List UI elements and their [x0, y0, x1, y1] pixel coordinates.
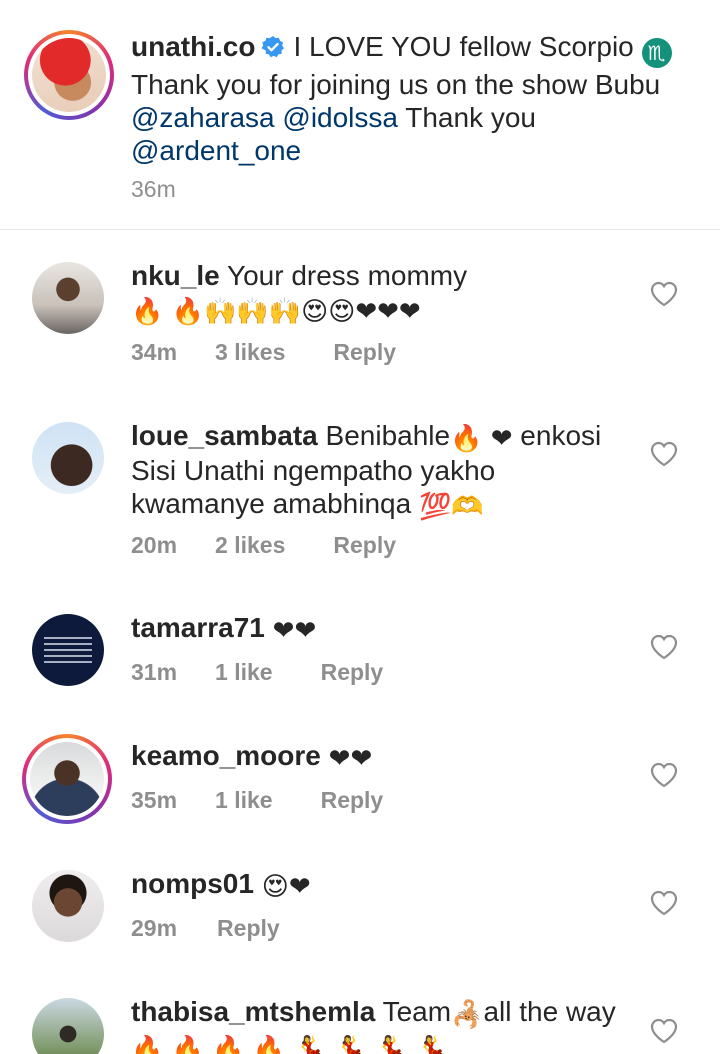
comment-timestamp: 20m [131, 532, 178, 558]
like-heart-icon[interactable] [650, 281, 678, 307]
commenter-avatar[interactable] [32, 998, 104, 1054]
comment-message: Your dress mommy [226, 260, 468, 291]
comment-username[interactable]: tamarra71 [131, 612, 265, 643]
comment-text: keamo_moore ❤❤ [131, 739, 631, 774]
comment-username[interactable]: nomps01 [131, 868, 254, 899]
comment-username[interactable]: thabisa_mtshemla [131, 998, 375, 1027]
scorpio-icon: ♏ [641, 38, 672, 68]
comment-likes[interactable]: 2 likes [215, 532, 285, 559]
comment-text: nku_le Your dress mommy 🔥 🔥🙌🙌🙌😍😍❤❤❤ [131, 259, 631, 327]
comment-text: tamarra71 ❤❤ [131, 611, 631, 646]
commenter-avatar[interactable] [32, 614, 104, 686]
comment-timestamp: 29m [131, 915, 178, 941]
comment-emojis: 🔥 ❤ [450, 424, 513, 454]
reply-button[interactable]: Reply [333, 532, 396, 559]
comment-likes[interactable]: 1 like [215, 787, 273, 814]
mention-zaharasa[interactable]: @zaharasa [131, 102, 275, 133]
caption-text-b: Thank you for joining us on the show Bub… [131, 69, 661, 100]
reply-button[interactable]: Reply [321, 659, 384, 686]
comment-message-continued: all the way [483, 998, 616, 1027]
like-heart-icon[interactable] [650, 890, 678, 916]
scorpion-emoji: 🦂 [451, 1000, 484, 1030]
caption-timestamp: 36m [131, 176, 176, 202]
comment-message: Team [382, 998, 452, 1027]
like-heart-icon[interactable] [650, 441, 678, 467]
commenter-avatar[interactable] [32, 870, 104, 942]
like-heart-icon[interactable] [650, 762, 678, 788]
author-avatar[interactable] [24, 30, 114, 120]
comment-likes[interactable]: 1 like [215, 659, 273, 686]
mention-idolssa[interactable]: @idolssa [282, 102, 398, 133]
comment-item: thabisa_mtshemla Team 🦂 all the way 🔥 🔥 … [0, 998, 720, 1054]
comment-meta: 34m 3 likes Reply [131, 339, 396, 366]
comment-meta: 20m 2 likes Reply [131, 532, 396, 559]
like-heart-icon[interactable] [650, 1018, 678, 1044]
comment-text: nomps01 😍❤ [131, 867, 631, 902]
commenter-avatar[interactable] [32, 422, 104, 494]
comment-timestamp: 31m [131, 659, 178, 685]
comment-emojis: ❤❤ [272, 616, 317, 646]
caption-text: unathi.co I LOVE YOU fellow Scorpio ♏ Tha… [131, 30, 691, 167]
comment-emojis: 🔥 🔥🙌🙌🙌😍😍❤❤❤ [131, 297, 421, 327]
comment-username[interactable]: loue_sambata [131, 420, 318, 451]
comment-emojis: 😍❤ [261, 872, 311, 902]
comment-timestamp: 35m [131, 787, 178, 813]
hundred-points-emoji: 💯 [418, 492, 452, 522]
reply-button[interactable]: Reply [321, 787, 384, 814]
comment-emojis: 🔥 🔥 🔥 🔥 💃 💃 💃 💃 [131, 1035, 448, 1054]
caption-username[interactable]: unathi.co [131, 31, 255, 62]
caption-text-c: Thank you [397, 102, 537, 133]
comment-emojis: ❤❤ [328, 744, 373, 774]
comment-message: Benibahle [325, 420, 451, 451]
verified-badge-icon [261, 36, 285, 58]
unsupported-emoji: 🫶 [451, 492, 484, 522]
comment-likes[interactable]: 3 likes [215, 339, 285, 366]
caption-text-a: I LOVE YOU fellow Scorpio [293, 31, 634, 62]
comment-username[interactable]: nku_le [131, 260, 220, 291]
reply-button[interactable]: Reply [333, 339, 396, 366]
mention-ardent-one[interactable]: @ardent_one [131, 135, 301, 166]
comment-meta: 29m Reply [131, 915, 280, 942]
comment-text: thabisa_mtshemla Team 🦂 all the way 🔥 🔥 … [131, 998, 641, 1054]
author-avatar-image [32, 38, 106, 112]
like-heart-icon[interactable] [650, 634, 678, 660]
comment-timestamp: 34m [131, 339, 178, 365]
reply-button[interactable]: Reply [217, 915, 280, 942]
comment-meta: 31m 1 like Reply [131, 659, 383, 686]
comment-meta: 35m 1 like Reply [131, 787, 383, 814]
comment-username[interactable]: keamo_moore [131, 740, 321, 771]
post-caption: unathi.co I LOVE YOU fellow Scorpio ♏ Tha… [0, 0, 720, 230]
commenter-avatar[interactable] [32, 262, 104, 334]
comment-text: loue_sambata Benibahle🔥 ❤ enkosi Sisi Un… [131, 419, 631, 522]
commenter-avatar[interactable] [22, 734, 112, 824]
